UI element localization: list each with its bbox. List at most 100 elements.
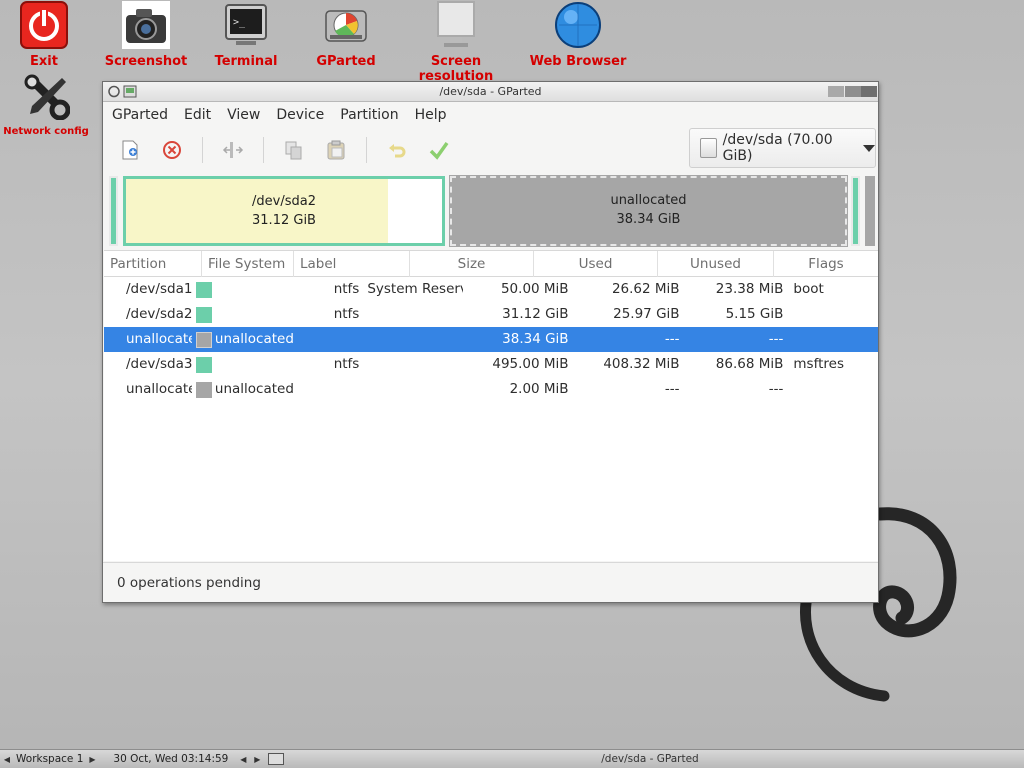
column-header-label[interactable]: Label xyxy=(294,251,410,277)
table-row[interactable]: /dev/sda1 ntfs System Reserved 50.00 MiB… xyxy=(104,277,878,302)
copy-icon xyxy=(285,141,302,160)
cell-fs-name: unallocated xyxy=(214,331,294,347)
column-header-unused[interactable]: Unused xyxy=(658,251,774,277)
svg-text:>_: >_ xyxy=(233,17,246,28)
copy-button[interactable] xyxy=(282,138,306,162)
paste-button[interactable] xyxy=(324,138,348,162)
device-selector-label: /dev/sda (70.00 GiB) xyxy=(722,132,833,164)
maximize-button[interactable] xyxy=(845,86,861,97)
fs-color-swatch xyxy=(195,356,212,373)
cell-fs-name: ntfs xyxy=(333,306,360,322)
cell-label xyxy=(363,327,462,352)
taskbar-task-gparted[interactable]: /dev/sda - GParted xyxy=(276,753,1024,765)
cell-file-system: ntfs xyxy=(192,277,363,302)
disk-map-sda1-segment[interactable] xyxy=(109,176,118,246)
cell-file-system: ntfs xyxy=(192,352,363,377)
table-row[interactable]: unallocated unallocated 2.00 MiB --- --- xyxy=(104,377,878,402)
menu-edit[interactable]: Edit xyxy=(184,107,211,123)
table-row-selected[interactable]: unallocated unallocated 38.34 GiB --- --… xyxy=(104,327,878,352)
desktop-icon-exit[interactable]: Exit xyxy=(0,1,99,69)
cell-size: 2.00 MiB xyxy=(509,381,569,397)
cell-partition: unallocated xyxy=(126,331,192,347)
menu-help[interactable]: Help xyxy=(415,107,447,123)
new-partition-icon xyxy=(122,140,138,160)
desktop-icon-gparted[interactable]: GParted xyxy=(291,1,401,69)
cell-unused: --- xyxy=(768,331,784,347)
column-header-flags[interactable]: Flags xyxy=(774,251,878,277)
toolbar-separator xyxy=(263,137,264,163)
cell-used: --- xyxy=(664,331,680,347)
toolbar: /dev/sda (70.00 GiB) xyxy=(103,128,878,172)
menu-view[interactable]: View xyxy=(227,107,260,123)
cell-flags xyxy=(788,377,878,402)
cell-partition: /dev/sda1 xyxy=(126,281,192,297)
power-icon xyxy=(20,1,68,49)
taskbar: ◀ Workspace 1 ▶ 30 Oct, Wed 03:14:59 ◀ ▶… xyxy=(0,749,1024,768)
new-partition-button[interactable] xyxy=(118,138,142,162)
desktop-icon-label: GParted xyxy=(316,54,376,69)
table-row[interactable]: /dev/sda2 ntfs 31.12 GiB 25.97 GiB 5.15 … xyxy=(104,302,878,327)
close-button[interactable] xyxy=(861,86,877,97)
disk-map-sda3-segment[interactable] xyxy=(851,176,860,246)
desktop-icon-screenshot[interactable]: Screenshot xyxy=(91,1,201,69)
disk-map-sda2-segment[interactable]: /dev/sda2 31.12 GiB xyxy=(123,176,445,246)
partition-table: Partition File System Label Size Used Un… xyxy=(104,250,878,561)
desktop-icon-label: Screen resolution xyxy=(418,54,494,84)
desktop-icon-label: Terminal xyxy=(214,54,278,69)
cell-file-system: ntfs xyxy=(192,302,363,327)
cell-size: 495.00 MiB xyxy=(492,356,569,372)
desktop-icon-network-config[interactable]: Network config xyxy=(0,72,101,137)
minimize-button[interactable] xyxy=(828,86,844,97)
task-next-icon[interactable]: ▶ xyxy=(250,755,264,764)
terminal-icon: >_ xyxy=(225,4,267,45)
globe-icon xyxy=(555,2,601,48)
cell-label: System Reserved xyxy=(367,281,462,297)
column-header-used[interactable]: Used xyxy=(534,251,658,277)
column-header-size[interactable]: Size xyxy=(410,251,534,277)
apply-button[interactable] xyxy=(427,138,451,162)
desktop-icon-terminal[interactable]: >_ Terminal xyxy=(191,1,301,69)
menu-gparted[interactable]: GParted xyxy=(112,107,168,123)
cell-used: 25.97 GiB xyxy=(613,306,680,322)
fs-color-swatch xyxy=(195,306,212,323)
fs-color-swatch xyxy=(195,281,212,298)
device-selector[interactable]: /dev/sda (70.00 GiB) xyxy=(689,128,876,168)
workspace-next-icon[interactable]: ▶ xyxy=(85,755,99,764)
cell-unused: 86.68 MiB xyxy=(715,356,784,372)
resize-icon xyxy=(222,142,244,158)
cell-used: 26.62 MiB xyxy=(611,281,680,297)
disk-map-unallocated-segment[interactable]: unallocated 38.34 GiB xyxy=(449,175,848,247)
column-header-file-system[interactable]: File System xyxy=(202,251,294,277)
chevron-down-icon xyxy=(863,144,875,152)
workspace-prev-icon[interactable]: ◀ xyxy=(0,755,14,764)
cell-size: 50.00 MiB xyxy=(500,281,569,297)
disk-map-unallocated-text: unallocated 38.34 GiB xyxy=(452,191,845,229)
table-row[interactable]: /dev/sda3 ntfs 495.00 MiB 408.32 MiB 86.… xyxy=(104,352,878,377)
menu-device[interactable]: Device xyxy=(276,107,324,123)
undo-button[interactable] xyxy=(385,138,409,162)
cell-partition: unallocated xyxy=(126,381,192,397)
resize-move-button[interactable] xyxy=(221,138,245,162)
column-header-partition[interactable]: Partition xyxy=(104,251,202,277)
cell-fs-name: ntfs xyxy=(333,281,360,297)
disk-map-unallocated-end-segment[interactable] xyxy=(865,176,875,246)
task-prev-icon[interactable]: ◀ xyxy=(236,755,250,764)
window-menu-icon[interactable] xyxy=(107,85,121,98)
cell-unused: 5.15 GiB xyxy=(725,306,784,322)
cell-flags xyxy=(788,327,878,352)
cell-size: 38.34 GiB xyxy=(502,331,569,347)
desktop-icon-screen-resolution[interactable]: Screen resolution xyxy=(401,1,511,84)
window-titlebar[interactable]: /dev/sda - GParted xyxy=(103,82,878,102)
cell-flags: boot xyxy=(793,281,824,297)
desktop-icon-web-browser[interactable]: Web Browser xyxy=(523,1,633,69)
disk-map-sda2-text: /dev/sda2 31.12 GiB xyxy=(126,192,442,230)
cell-size: 31.12 GiB xyxy=(502,306,569,322)
desktop-icon-label: Web Browser xyxy=(529,54,627,69)
menu-partition[interactable]: Partition xyxy=(340,107,398,123)
operations-pending-text: 0 operations pending xyxy=(117,575,261,591)
cell-unused: 23.38 MiB xyxy=(715,281,784,297)
workspace-label[interactable]: Workspace 1 xyxy=(14,753,85,765)
delete-button[interactable] xyxy=(160,138,184,162)
gparted-icon xyxy=(325,10,367,42)
toolbar-separator xyxy=(202,137,203,163)
